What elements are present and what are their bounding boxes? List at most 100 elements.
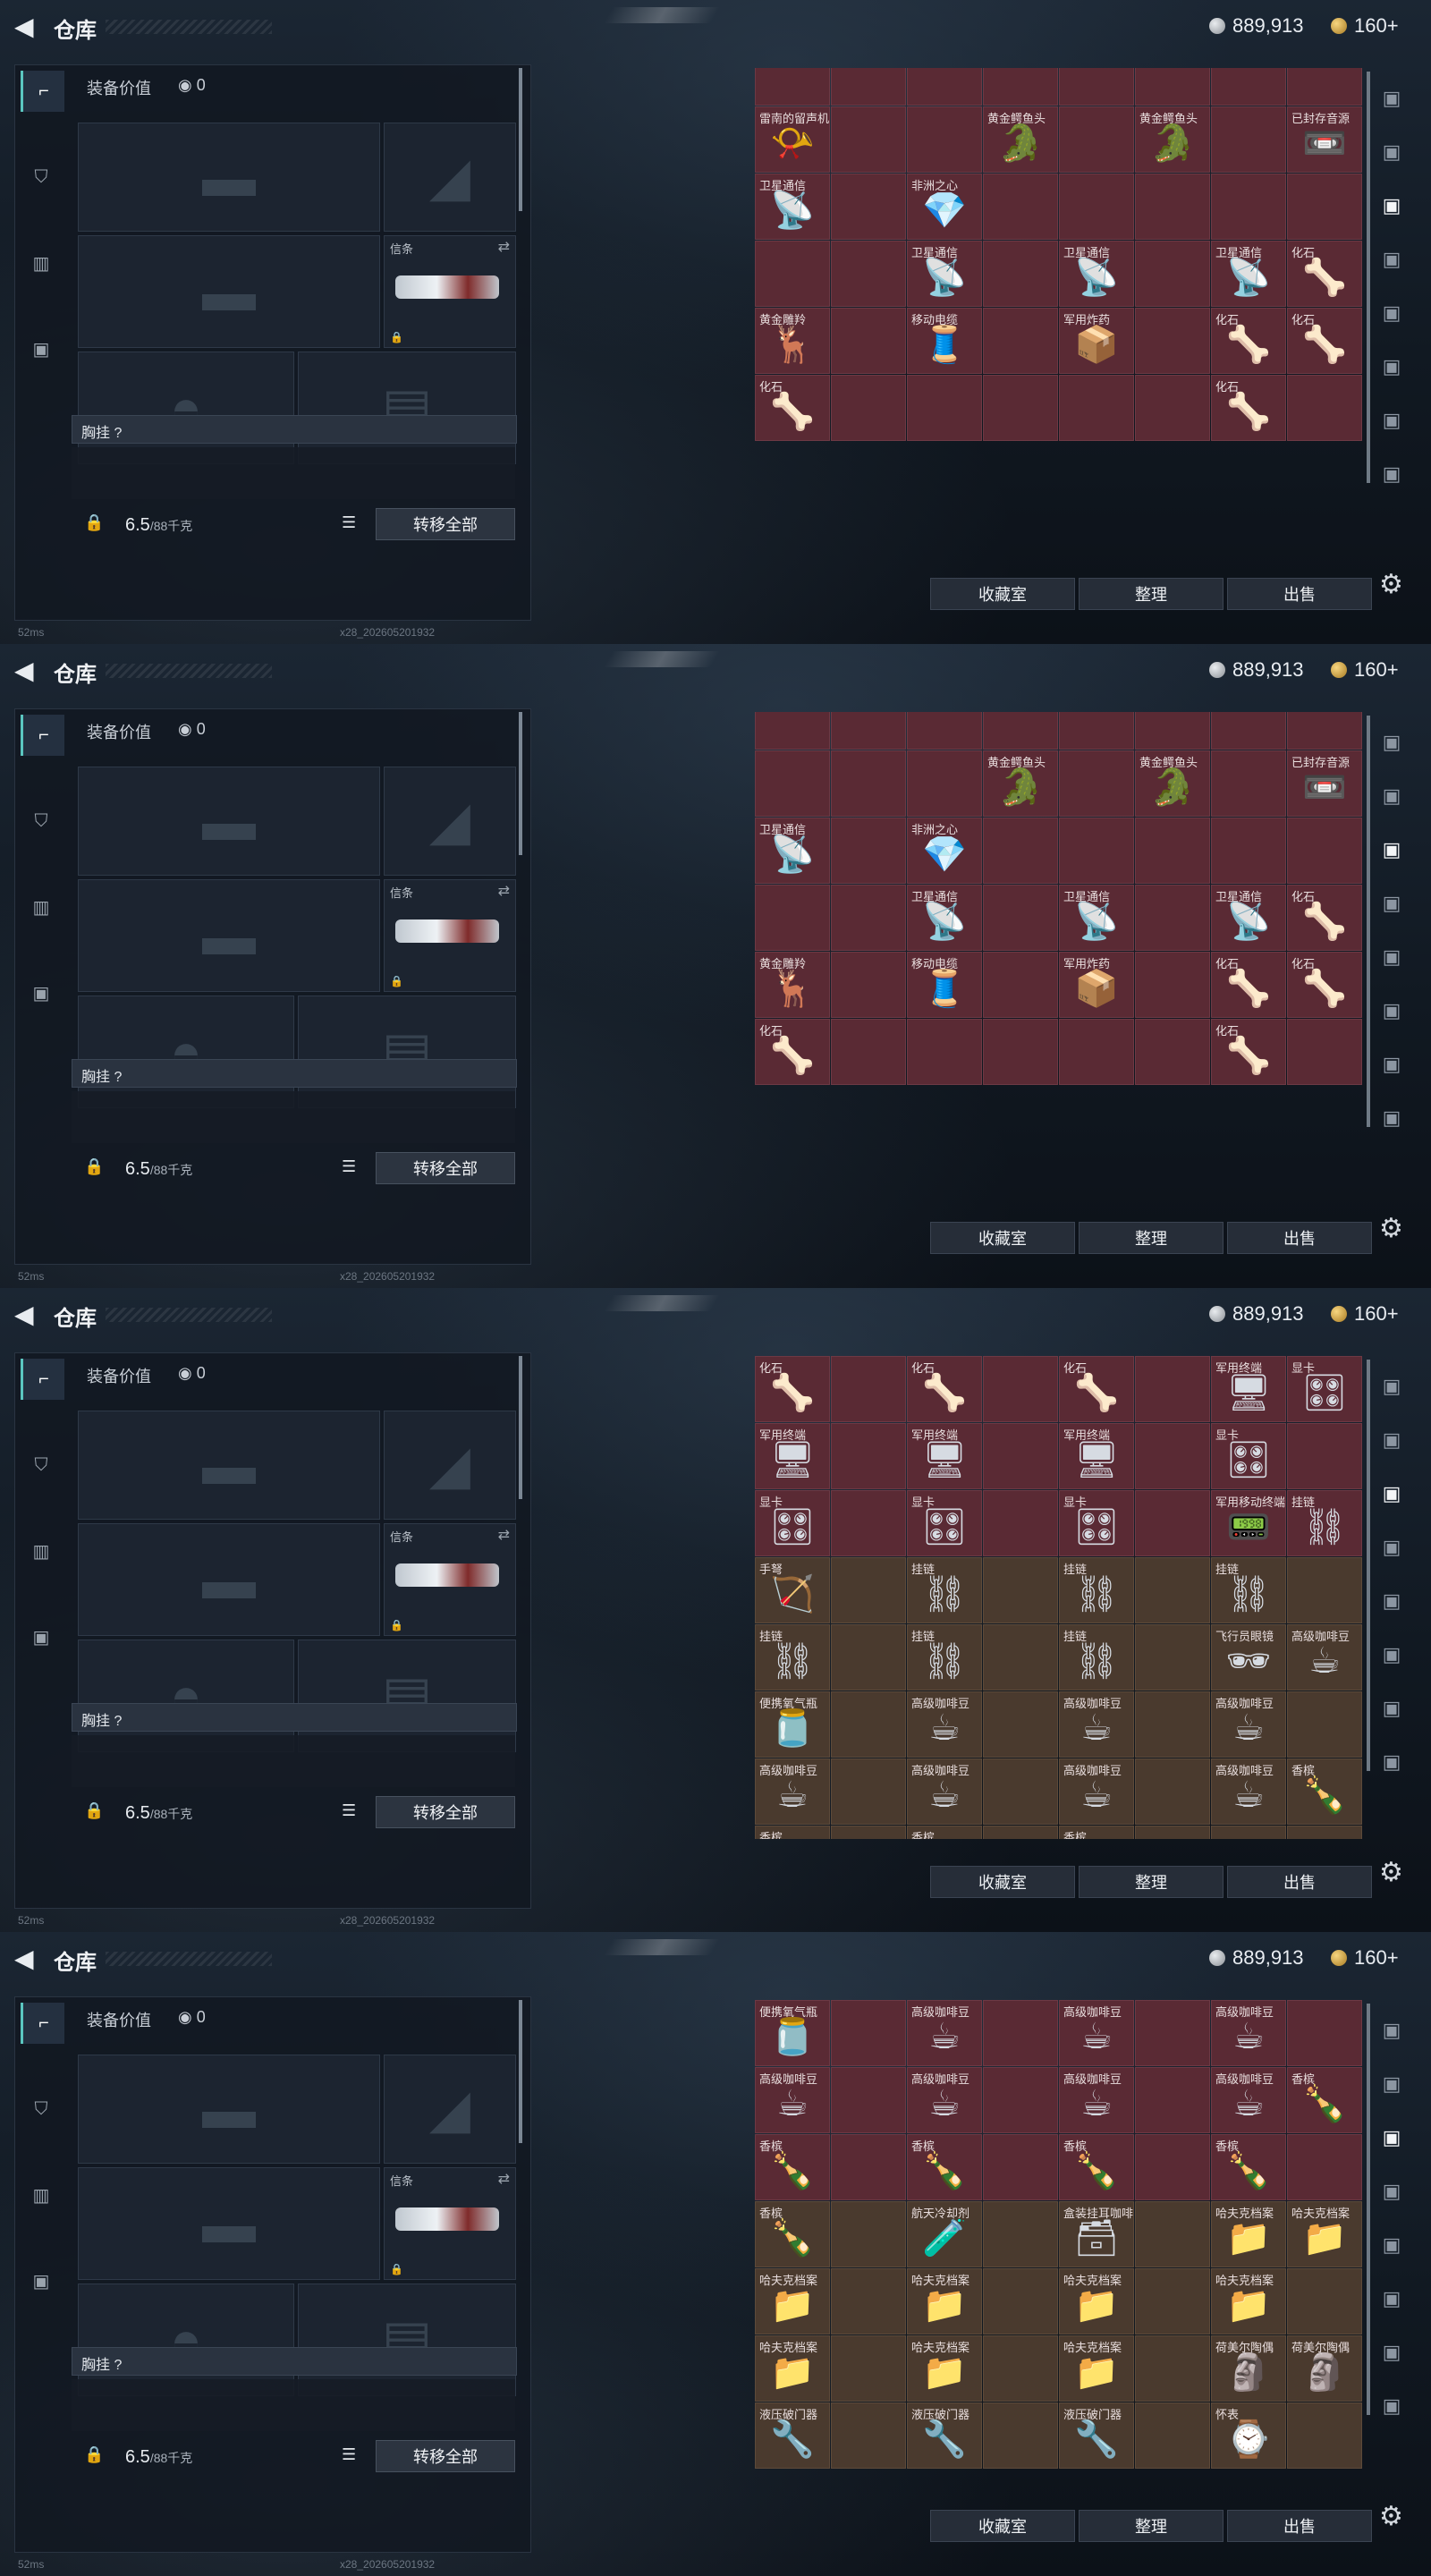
- swap-icon[interactable]: ⇄: [498, 1526, 510, 1544]
- transfer-all-button[interactable]: 转移全部: [376, 1796, 515, 1828]
- stash-cell[interactable]: 高级咖啡豆 ☕: [1211, 1758, 1286, 1825]
- stash-cell[interactable]: 高级咖啡豆 ☕: [907, 1758, 982, 1825]
- stash-cell[interactable]: 化石 🦴: [1211, 952, 1286, 1018]
- stash-cell[interactable]: [1135, 1557, 1210, 1623]
- list-icon[interactable]: ☰: [342, 513, 356, 532]
- stash-cell[interactable]: 飞行员眼镜 🕶: [1211, 1624, 1286, 1690]
- sort-button[interactable]: 整理: [1079, 578, 1224, 610]
- melee-slot[interactable]: 信条 ⇄ 🔒: [384, 1523, 516, 1636]
- stash-category-icon[interactable]: ▣: [1374, 2388, 1410, 2424]
- stash-cell[interactable]: [907, 106, 982, 173]
- stash-cell[interactable]: 哈夫克档案 📁: [1287, 2201, 1362, 2267]
- stash-cell[interactable]: [1135, 375, 1210, 441]
- stash-cell[interactable]: [907, 68, 982, 106]
- melee-slot[interactable]: 信条 ⇄ 🔒: [384, 879, 516, 992]
- stash-cell[interactable]: 液压破门器 🔧: [907, 2402, 982, 2469]
- stash-cell[interactable]: [907, 375, 982, 441]
- list-icon[interactable]: ☰: [342, 2445, 356, 2464]
- stash-category-icon[interactable]: ▣: [1374, 832, 1410, 868]
- stash-cell[interactable]: [983, 885, 1058, 951]
- stash-cell[interactable]: [1135, 2335, 1210, 2402]
- stash-cell[interactable]: [831, 952, 906, 1018]
- stash-cell[interactable]: [831, 2000, 906, 2066]
- case-tab-icon[interactable]: ▣: [21, 2260, 62, 2301]
- stash-cell[interactable]: 化石 🦴: [1211, 308, 1286, 374]
- stash-cell[interactable]: [831, 1826, 906, 1839]
- stash-cell[interactable]: [1135, 818, 1210, 884]
- stash-cell[interactable]: [1135, 1691, 1210, 1758]
- gear-icon[interactable]: ⚙: [1379, 1857, 1403, 1888]
- stash-cell[interactable]: [983, 952, 1058, 1018]
- chest-rig-header[interactable]: 胸挂 ?: [72, 415, 517, 444]
- case-tab-icon[interactable]: ▣: [21, 972, 62, 1013]
- stash-cell[interactable]: 已封存音源 📼: [1287, 750, 1362, 817]
- stash-cell[interactable]: 雷南的留声机 📯: [755, 106, 830, 173]
- stash-cell[interactable]: 显卡 🎛: [1059, 1490, 1134, 1556]
- stash-cell[interactable]: [1287, 712, 1362, 750]
- stash-cell[interactable]: 军用炸药 📦: [1059, 952, 1134, 1018]
- stash-cell[interactable]: [1287, 2000, 1362, 2066]
- stash-cell[interactable]: [983, 308, 1058, 374]
- stash-cell[interactable]: 哈夫克档案 📁: [1059, 2268, 1134, 2334]
- stash-cell[interactable]: 非洲之心 💎: [907, 818, 982, 884]
- stash-cell[interactable]: [1135, 1624, 1210, 1690]
- stash-category-icon[interactable]: ▣: [1374, 2120, 1410, 2156]
- stash-category-icon[interactable]: ▣: [1374, 80, 1410, 116]
- stash-cell[interactable]: 军用终端 🖥: [1211, 1356, 1286, 1422]
- stash-category-icon[interactable]: ▣: [1374, 2227, 1410, 2263]
- stash-cell[interactable]: [1135, 1758, 1210, 1825]
- chest-rig-header[interactable]: 胸挂 ?: [72, 1059, 517, 1088]
- stash-cell[interactable]: [1135, 2000, 1210, 2066]
- stash-cell[interactable]: 香槟🍾: [907, 1826, 982, 1839]
- stash-cell[interactable]: 显卡 🎛: [755, 1490, 830, 1556]
- stash-cell[interactable]: 挂链 ⛓: [907, 1624, 982, 1690]
- stash-category-icon[interactable]: ▣: [1374, 2334, 1410, 2370]
- stash-cell[interactable]: [983, 2335, 1058, 2402]
- stash-cell[interactable]: 化石 🦴: [1059, 1356, 1134, 1422]
- stash-cell[interactable]: 化石 🦴: [1211, 375, 1286, 441]
- stash-cell[interactable]: [1135, 2067, 1210, 2133]
- stash-cell[interactable]: [983, 1019, 1058, 1085]
- stash-cell[interactable]: [1135, 1490, 1210, 1556]
- stash-cell[interactable]: [831, 818, 906, 884]
- melee-slot[interactable]: 信条 ⇄ 🔒: [384, 2167, 516, 2280]
- stash-category-icon[interactable]: ▣: [1374, 2281, 1410, 2317]
- stash-category-icon[interactable]: ▣: [1374, 295, 1410, 331]
- stash-cell[interactable]: [983, 2402, 1058, 2469]
- stash-cell[interactable]: 黄金雕羚 🦌: [755, 308, 830, 374]
- secondary-weapon-slot[interactable]: ▬: [78, 235, 380, 348]
- stash-cell[interactable]: [907, 1019, 982, 1085]
- swap-icon[interactable]: ⇄: [498, 882, 510, 900]
- stash-cell[interactable]: 香槟🍾: [1287, 1758, 1362, 1825]
- stash-cell[interactable]: 卫星通信 📡: [755, 174, 830, 240]
- stash-cell[interactable]: [831, 2268, 906, 2334]
- stash-cell[interactable]: 香槟🍾: [907, 2134, 982, 2200]
- stash-cell[interactable]: [831, 2067, 906, 2133]
- stash-cell[interactable]: [1287, 68, 1362, 106]
- stash-cell[interactable]: 卫星通信 📡: [907, 241, 982, 307]
- loadout-scrollbar[interactable]: [519, 1356, 522, 1499]
- stash-category-icon[interactable]: ▣: [1374, 349, 1410, 385]
- stash-cell[interactable]: 挂链 ⛓: [1287, 1490, 1362, 1556]
- stash-cell[interactable]: [1059, 375, 1134, 441]
- stash-cell[interactable]: [907, 712, 982, 750]
- stash-cell[interactable]: [983, 1557, 1058, 1623]
- stash-cell[interactable]: [831, 712, 906, 750]
- stash-cell[interactable]: [1211, 106, 1286, 173]
- stash-cell[interactable]: [1135, 308, 1210, 374]
- pistol-slot[interactable]: ◢: [384, 123, 516, 232]
- stash-cell[interactable]: [1287, 2134, 1362, 2200]
- stash-category-icon[interactable]: ▣: [1374, 1530, 1410, 1565]
- stash-cell[interactable]: [983, 2268, 1058, 2334]
- weapon-tab-icon[interactable]: ⌐: [21, 71, 64, 112]
- stash-cell[interactable]: [755, 885, 830, 951]
- stash-cell[interactable]: [1135, 241, 1210, 307]
- stash-cell[interactable]: [1059, 818, 1134, 884]
- stash-cell[interactable]: [755, 241, 830, 307]
- stash-cell[interactable]: 哈夫克档案 📁: [755, 2335, 830, 2402]
- stash-cell[interactable]: 高级咖啡豆 ☕: [755, 1758, 830, 1825]
- loadout-scrollbar[interactable]: [519, 712, 522, 855]
- swap-icon[interactable]: ⇄: [498, 2170, 510, 2188]
- stash-cell[interactable]: 非洲之心 💎: [907, 174, 982, 240]
- stash-cell[interactable]: [983, 68, 1058, 106]
